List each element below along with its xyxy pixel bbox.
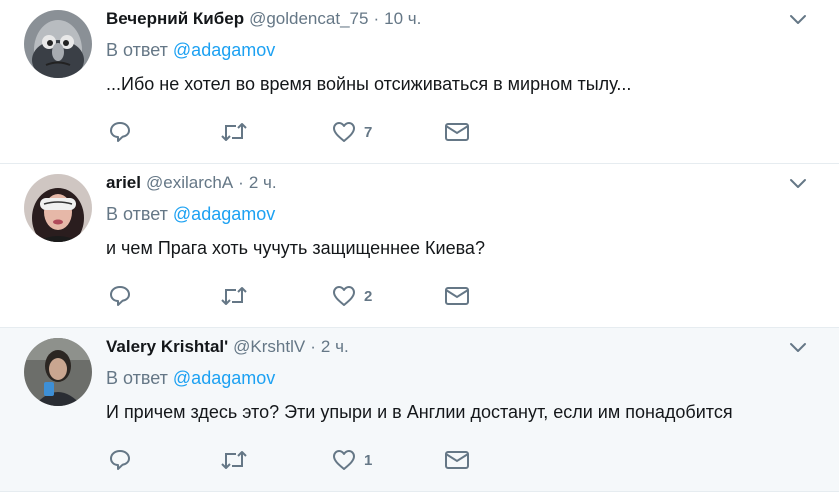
like-count: 1: [364, 451, 373, 469]
tweet-actions: 7: [108, 118, 508, 146]
like-button[interactable]: 7: [332, 118, 372, 146]
tweet-2[interactable]: ariel @exilarchA · 2 ч. В ответ @adagamo…: [0, 164, 839, 328]
more-options-button[interactable]: [789, 12, 807, 26]
separator-dot: ·: [373, 9, 380, 28]
separator-dot: ·: [238, 173, 244, 192]
direct-message-button[interactable]: [444, 282, 470, 310]
chevron-down-icon: [790, 343, 806, 352]
heart-icon: [333, 286, 355, 306]
reply-button[interactable]: [108, 118, 132, 146]
speech-bubble-icon: [110, 122, 130, 142]
avatar-image-photo: [24, 338, 92, 406]
tweet-3[interactable]: Valery Krishtal' @KrshtlV · 2 ч. В ответ…: [0, 328, 839, 492]
reply-context: В ответ @adagamov: [106, 40, 275, 61]
reply-target-link[interactable]: @adagamov: [173, 40, 275, 60]
tweet-text: и чем Прага хоть чучуть защищеннее Киева…: [106, 238, 485, 258]
reply-context: В ответ @adagamov: [106, 368, 275, 389]
reply-target-link[interactable]: @adagamov: [173, 204, 275, 224]
like-button[interactable]: 2: [332, 282, 372, 310]
timestamp[interactable]: 10 ч.: [384, 9, 421, 29]
reply-target-link[interactable]: @adagamov: [173, 368, 275, 388]
reply-prefix: В ответ: [106, 40, 168, 60]
reply-prefix: В ответ: [106, 368, 168, 388]
timestamp[interactable]: 2 ч.: [249, 173, 277, 193]
display-name[interactable]: Вечерний Кибер: [106, 9, 244, 29]
retweet-arrows-icon: [221, 451, 247, 469]
tweet-header: ariel @exilarchA · 2 ч.: [106, 170, 779, 196]
display-name[interactable]: Valery Krishtal': [106, 337, 228, 357]
direct-message-button[interactable]: [444, 118, 470, 146]
avatar-image-minion: [24, 10, 92, 78]
reply-button[interactable]: [108, 446, 132, 474]
avatar[interactable]: [24, 10, 92, 78]
tweet-text: ...Ибо не хотел во время войны отсиживат…: [106, 74, 632, 94]
user-handle[interactable]: @goldencat_75: [249, 9, 368, 29]
heart-icon: [333, 450, 355, 470]
reply-context: В ответ @adagamov: [106, 204, 275, 225]
retweet-button[interactable]: [220, 118, 248, 146]
heart-icon: [333, 122, 355, 142]
like-button[interactable]: 1: [332, 446, 372, 474]
tweet-text: И причем здесь это? Эти упыри и в Англии…: [106, 402, 733, 422]
user-handle[interactable]: @exilarchA: [146, 173, 233, 193]
more-options-button[interactable]: [789, 176, 807, 190]
chevron-down-icon: [790, 15, 806, 24]
reply-button[interactable]: [108, 282, 132, 310]
tweet-header: Valery Krishtal' @KrshtlV · 2 ч.: [106, 334, 779, 360]
chevron-down-icon: [790, 179, 806, 188]
envelope-icon: [445, 451, 469, 469]
timestamp[interactable]: 2 ч.: [321, 337, 349, 357]
tweet-header: Вечерний Кибер @goldencat_75 · 10 ч.: [106, 6, 779, 32]
like-count: 2: [364, 287, 373, 305]
speech-bubble-icon: [110, 286, 130, 306]
speech-bubble-icon: [110, 450, 130, 470]
tweet-actions: 1: [108, 446, 508, 474]
reply-prefix: В ответ: [106, 204, 168, 224]
retweet-button[interactable]: [220, 282, 248, 310]
direct-message-button[interactable]: [444, 446, 470, 474]
display-name[interactable]: ariel: [106, 173, 141, 193]
avatar[interactable]: [24, 174, 92, 242]
retweet-button[interactable]: [220, 446, 248, 474]
retweet-arrows-icon: [221, 123, 247, 141]
envelope-icon: [445, 123, 469, 141]
avatar[interactable]: [24, 338, 92, 406]
avatar-image-sleep-mask: [24, 174, 92, 242]
user-handle[interactable]: @KrshtlV: [233, 337, 305, 357]
retweet-arrows-icon: [221, 287, 247, 305]
like-count: 7: [364, 123, 373, 141]
tweet-1[interactable]: Вечерний Кибер @goldencat_75 · 10 ч. В о…: [0, 0, 839, 164]
envelope-icon: [445, 287, 469, 305]
more-options-button[interactable]: [789, 340, 807, 354]
tweet-actions: 2: [108, 282, 508, 310]
separator-dot: ·: [310, 337, 316, 356]
